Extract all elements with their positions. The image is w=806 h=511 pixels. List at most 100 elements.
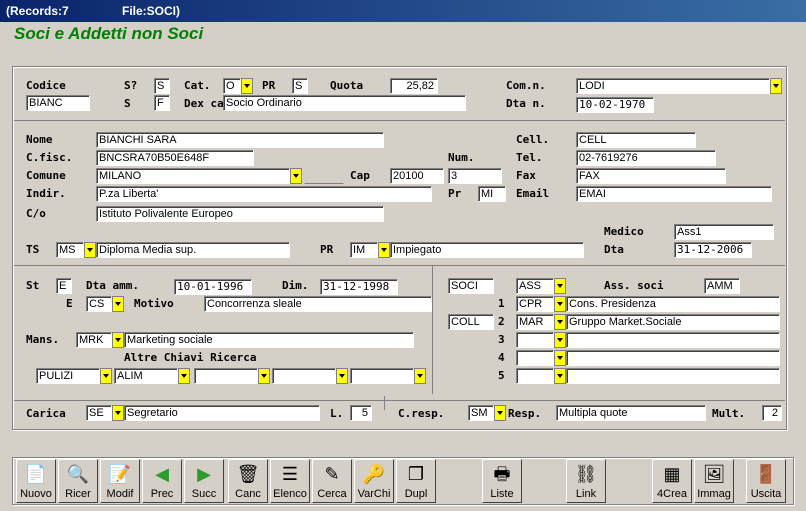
carica-desc-field[interactable]: Segretario — [124, 405, 320, 421]
link-button[interactable]: ⛓ Link — [566, 459, 606, 503]
dtan-field[interactable]: 10-02-1970 — [576, 97, 654, 113]
coll-field[interactable]: COLL — [448, 314, 494, 330]
medico-field[interactable]: Ass1 — [674, 224, 774, 240]
pr3-dropdown-icon[interactable] — [378, 242, 390, 258]
dta-field[interactable]: 31-12-2006 — [674, 242, 752, 258]
altre4-field[interactable] — [272, 368, 336, 384]
row3-code-field[interactable] — [516, 332, 554, 348]
altre5-dropdown-icon[interactable] — [414, 368, 426, 384]
canc-button[interactable]: 🗑 Canc — [228, 459, 268, 503]
st-field[interactable]: E — [56, 278, 72, 294]
pr3-code-field[interactable]: IM — [350, 242, 378, 258]
row1-desc-field[interactable]: Cons. Presidenza — [566, 296, 780, 312]
ass-dropdown-icon[interactable] — [554, 278, 566, 294]
dtaamm-field[interactable]: 10-01-1996 — [174, 279, 252, 295]
comn-field[interactable]: LODI — [576, 78, 770, 94]
cell-field[interactable]: CELL — [576, 132, 696, 148]
altre4-dropdown-icon[interactable] — [336, 368, 348, 384]
email-field[interactable]: EMAI — [576, 186, 772, 202]
cfisc-field[interactable]: BNCSRA70B50E648F — [96, 150, 254, 166]
altre3-field[interactable] — [194, 368, 258, 384]
cat-field[interactable]: O — [223, 78, 241, 94]
row5-dropdown-icon[interactable] — [554, 368, 566, 384]
nuovo-label: Nuovo — [20, 488, 52, 500]
altre1-dropdown-icon[interactable] — [100, 368, 112, 384]
pr3-desc-field[interactable]: Impiegato — [390, 242, 584, 258]
ts-code-field[interactable]: MS — [56, 242, 84, 258]
altre-label: Altre Chiavi Ricerca — [124, 351, 257, 364]
row2-dropdown-icon[interactable] — [554, 314, 566, 330]
quota-field[interactable]: 25,82 — [390, 78, 438, 94]
cerca-label: Cerca — [317, 488, 347, 500]
cat-dropdown-icon[interactable] — [241, 78, 253, 94]
varchi-button[interactable]: 🔑 VarChi — [354, 459, 394, 503]
carica-dropdown-icon[interactable] — [112, 405, 124, 421]
uscita-button[interactable]: 🚪 Uscita — [746, 459, 786, 503]
ts-desc-field[interactable]: Diploma Media sup. — [96, 242, 290, 258]
mans-desc-field[interactable]: Marketing sociale — [124, 332, 414, 348]
mans-dropdown-icon[interactable] — [112, 332, 124, 348]
altre2-dropdown-icon[interactable] — [178, 368, 190, 384]
co-field[interactable]: Istituto Polivalente Europeo — [96, 206, 384, 222]
indir-field[interactable]: P.za Liberta' — [96, 186, 432, 202]
cerca-button[interactable]: ✎ Cerca — [312, 459, 352, 503]
comn-dropdown-icon[interactable] — [770, 78, 782, 94]
row2-code-field[interactable]: MAR — [516, 314, 554, 330]
e-dropdown-icon[interactable] — [112, 296, 124, 312]
elenco-button[interactable]: ☰ Elenco — [270, 459, 310, 503]
prec-button[interactable]: ◀ Prec — [142, 459, 182, 503]
codice-field[interactable]: BIANC — [26, 95, 90, 111]
altre1-field[interactable]: PULIZI — [36, 368, 100, 384]
row3-desc-field[interactable] — [566, 332, 780, 348]
records-count: (Records:7 — [6, 4, 69, 18]
dex-field[interactable]: Socio Ordinario — [223, 95, 466, 111]
nome-field[interactable]: BIANCHI SARA — [96, 132, 384, 148]
amm-field[interactable]: AMM — [704, 278, 740, 294]
succ-button[interactable]: ▶ Succ — [184, 459, 224, 503]
file-name: File:SOCI) — [122, 4, 181, 18]
cap-field[interactable]: 20100 — [390, 168, 444, 184]
dim-field[interactable]: 31-12-1998 — [320, 279, 398, 295]
ass-code-field[interactable]: ASS — [516, 278, 554, 294]
altre3-dropdown-icon[interactable] — [258, 368, 270, 384]
resp-field[interactable]: Multipla quote — [556, 405, 706, 421]
mans-code-field[interactable]: MRK — [76, 332, 112, 348]
s-question-field[interactable]: S — [154, 78, 170, 94]
cresp-code-field[interactable]: SM — [468, 405, 494, 421]
carica-code-field[interactable]: SE — [86, 405, 112, 421]
pr-field[interactable]: S — [292, 78, 308, 94]
e-code-field[interactable]: CS — [86, 296, 112, 312]
fax-field[interactable]: FAX — [576, 168, 726, 184]
row4-desc-field[interactable] — [566, 350, 780, 366]
row4-dropdown-icon[interactable] — [554, 350, 566, 366]
num-field[interactable]: 3 — [448, 168, 502, 184]
comune-dropdown-icon[interactable] — [290, 168, 302, 184]
cresp-dropdown-icon[interactable] — [494, 405, 506, 421]
nuovo-button[interactable]: 📄 Nuovo — [16, 459, 56, 503]
comune-field[interactable]: MILANO — [96, 168, 290, 184]
l-field[interactable]: 5 — [350, 405, 372, 421]
prec-label: Prec — [150, 488, 174, 500]
altre2-field[interactable]: ALIM — [114, 368, 178, 384]
s-field[interactable]: F — [154, 95, 170, 111]
row5-desc-field[interactable] — [566, 368, 780, 384]
ts-dropdown-icon[interactable] — [84, 242, 96, 258]
row3-dropdown-icon[interactable] — [554, 332, 566, 348]
row1-dropdown-icon[interactable] — [554, 296, 566, 312]
tel-field[interactable]: 02-7619276 — [576, 150, 716, 166]
ricer-button[interactable]: 🔍 Ricer — [58, 459, 98, 503]
altre5-field[interactable] — [350, 368, 414, 384]
row4-code-field[interactable] — [516, 350, 554, 366]
motivo-field[interactable]: Concorrenza sleale — [204, 296, 432, 312]
crea-button[interactable]: ▦ 4Crea — [652, 459, 692, 503]
dupl-button[interactable]: ❐ Dupl — [396, 459, 436, 503]
soci-field[interactable]: SOCI — [448, 278, 494, 294]
mult-field[interactable]: 2 — [762, 405, 782, 421]
row2-desc-field[interactable]: Gruppo Market.Sociale — [566, 314, 780, 330]
immag-button[interactable]: 🖼 Immag — [694, 459, 734, 503]
row1-code-field[interactable]: CPR — [516, 296, 554, 312]
liste-button[interactable]: 🖶 Liste — [482, 459, 522, 503]
row5-code-field[interactable] — [516, 368, 554, 384]
pr2-field[interactable]: MI — [478, 186, 506, 202]
modif-button[interactable]: 📝 Modif — [100, 459, 140, 503]
